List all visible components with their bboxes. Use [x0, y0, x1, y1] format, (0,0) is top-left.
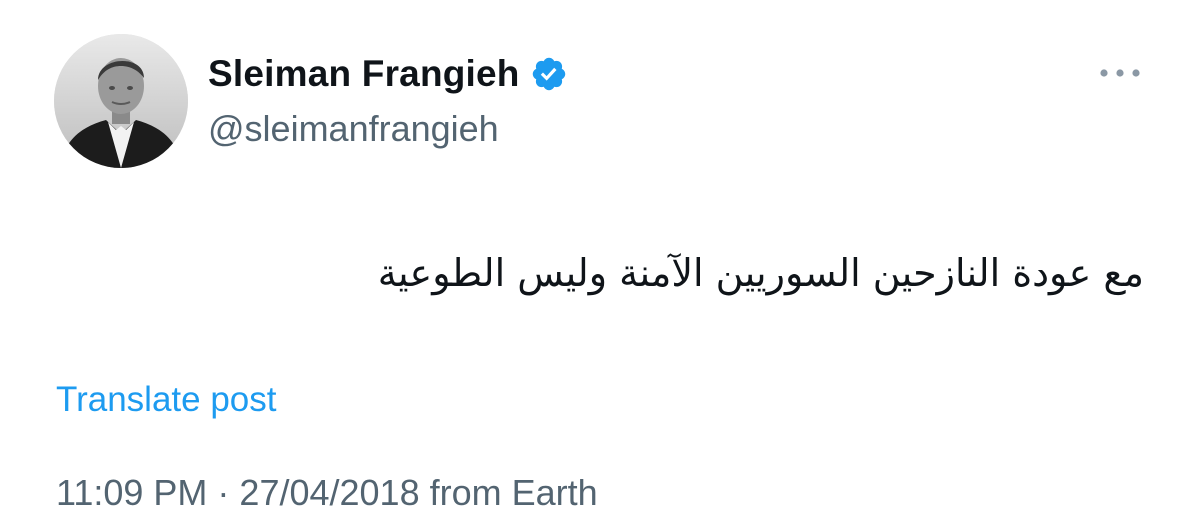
author-handle[interactable]: @sleimanfrangieh	[208, 108, 499, 150]
tweet-text: مع عودة النازحين السوريين الآمنة وليس ال…	[377, 251, 1144, 295]
more-options-icon	[1100, 69, 1140, 77]
tweet-meta: 11:09 PM · 27/04/2018 from Earth	[56, 472, 598, 514]
tweet-date[interactable]: 27/04/2018	[239, 472, 419, 513]
more-options-button[interactable]	[1094, 58, 1146, 88]
profile-photo-icon	[54, 34, 188, 168]
tweet-card: Sleiman Frangieh @sleimanfrangieh مع عود…	[0, 0, 1200, 531]
verified-badge-icon[interactable]	[530, 55, 568, 93]
tweet-source: from Earth	[429, 472, 598, 513]
tweet-time[interactable]: 11:09 PM	[56, 472, 207, 513]
translate-post-link[interactable]: Translate post	[56, 380, 276, 420]
avatar[interactable]	[54, 34, 188, 168]
author-display-name[interactable]: Sleiman Frangieh	[208, 53, 520, 95]
author-name-row: Sleiman Frangieh	[208, 50, 568, 98]
meta-separator: ·	[217, 472, 230, 513]
